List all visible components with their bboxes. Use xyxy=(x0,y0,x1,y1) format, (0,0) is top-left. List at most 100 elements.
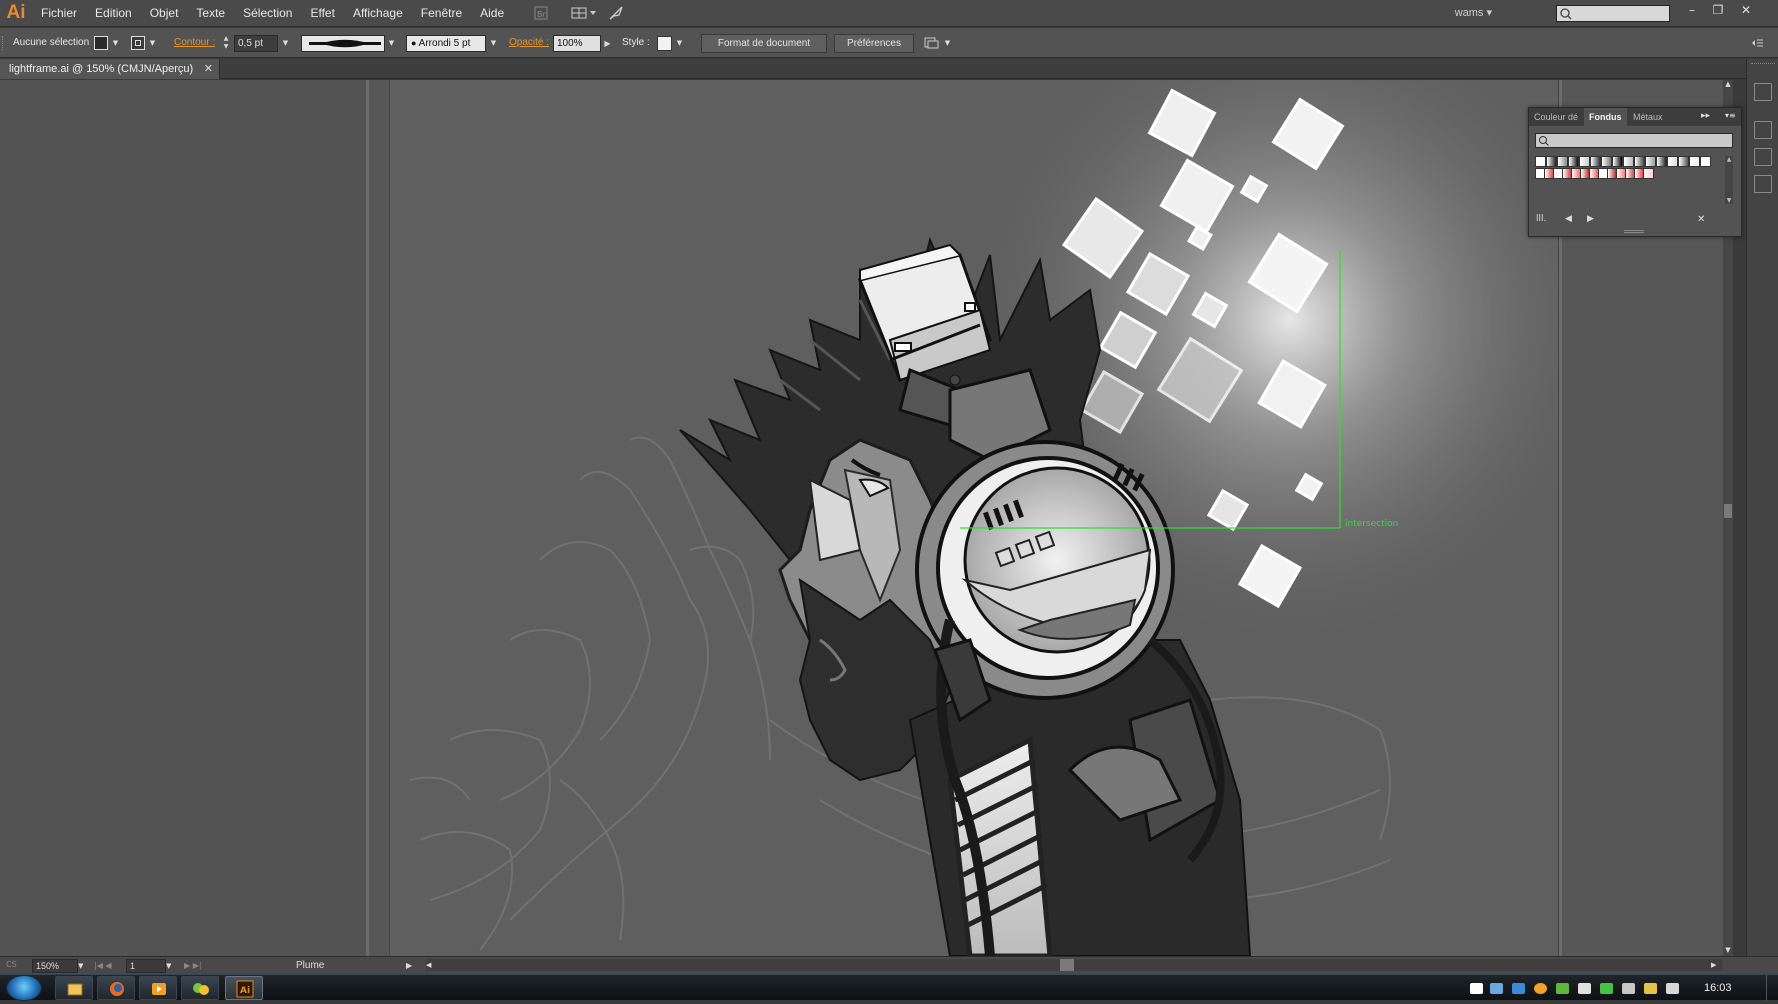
vertical-scroll-thumb[interactable] xyxy=(1724,504,1732,518)
fill-color-swatch[interactable] xyxy=(94,36,108,50)
preferences-button[interactable]: Préférences xyxy=(834,34,914,53)
canvas-workspace[interactable]: intersection xyxy=(0,80,1732,956)
help-search-input[interactable] xyxy=(1556,5,1670,22)
scroll-left-arrow[interactable]: ◀ xyxy=(426,959,436,971)
gradient-swatch[interactable] xyxy=(1568,156,1579,167)
restore-button[interactable]: ❐ xyxy=(1706,2,1730,18)
scroll-right-arrow[interactable]: ▶ xyxy=(1711,959,1721,971)
brush-definition-field[interactable]: ● Arrondi 5 pt xyxy=(406,35,486,52)
stroke-weight-stepper[interactable]: ▲ ▼ xyxy=(221,35,231,52)
artboard-number-field[interactable]: 1 xyxy=(126,959,166,973)
gradient-swatch[interactable] xyxy=(1546,156,1557,167)
artboard-dropdown[interactable]: ▼ xyxy=(166,959,176,973)
zoom-field[interactable]: 150% xyxy=(32,959,78,973)
messenger-taskbar-icon[interactable] xyxy=(181,976,219,1000)
previous-library-icon[interactable]: ◀ xyxy=(1565,214,1575,228)
action-center-tray-icon[interactable] xyxy=(1578,983,1591,994)
document-tab[interactable]: lightframe.ai @ 150% (CMJN/Aperçu) ✕ xyxy=(0,59,220,79)
swatch-library-menu-icon[interactable]: lll. xyxy=(1536,214,1554,228)
swatch-scrollbar[interactable]: ▲ ▼ xyxy=(1725,156,1733,204)
gradient-swatch[interactable] xyxy=(1612,156,1623,167)
tab-fondus[interactable]: Fondus xyxy=(1584,108,1627,126)
swatch-grid[interactable] xyxy=(1535,156,1720,182)
gradient-swatch[interactable] xyxy=(1678,156,1689,167)
stroke-dropdown-arrow[interactable]: ▼ xyxy=(147,35,158,52)
display-tray-icon[interactable] xyxy=(1622,983,1635,994)
show-desktop-button[interactable] xyxy=(1766,975,1778,1001)
dock-grip[interactable] xyxy=(1751,63,1775,66)
gradient-swatch[interactable] xyxy=(1535,156,1546,167)
network-tray-icon[interactable] xyxy=(1490,983,1503,994)
explorer-taskbar-icon[interactable] xyxy=(55,976,93,1000)
illustration-artwork[interactable]: intersection xyxy=(390,80,1559,956)
layers-panel-icon[interactable] xyxy=(1754,83,1772,101)
brush-dropdown[interactable]: ▼ xyxy=(488,35,499,52)
artboard-next-last[interactable]: ▶ ▶| xyxy=(184,959,218,973)
close-tab-icon[interactable]: ✕ xyxy=(204,59,213,79)
horizontal-scroll-thumb[interactable] xyxy=(1060,959,1074,971)
tab-couleur[interactable]: Couleur dé xyxy=(1529,108,1583,126)
zoom-dropdown[interactable]: ▼ xyxy=(78,959,88,973)
gradient-swatch[interactable] xyxy=(1656,156,1667,167)
windows-flag-tray-icon[interactable] xyxy=(1470,983,1483,994)
stroke-label[interactable]: Contour : xyxy=(174,37,215,48)
next-library-icon[interactable]: ▶ xyxy=(1587,214,1597,228)
document-setup-button[interactable]: Format de document xyxy=(701,34,827,53)
gradient-swatch[interactable] xyxy=(1645,156,1656,167)
user-account-menu[interactable]: wams ▾ xyxy=(1455,0,1492,27)
panel-menu-icon[interactable]: ▾≡ xyxy=(1725,111,1737,123)
illustrator-taskbar-icon[interactable]: Ai xyxy=(225,976,263,1000)
gradient-swatch[interactable] xyxy=(1634,156,1645,167)
menu-objet[interactable]: Objet xyxy=(141,0,188,27)
graphic-styles-panel-icon[interactable] xyxy=(1754,175,1772,193)
power-tray-icon[interactable] xyxy=(1644,983,1657,994)
gradient-swatch[interactable] xyxy=(1700,156,1711,167)
gpu-rocket-icon[interactable] xyxy=(607,4,627,22)
gradient-swatch[interactable] xyxy=(1590,156,1601,167)
gradient-swatch[interactable] xyxy=(1557,156,1568,167)
firefox-taskbar-icon[interactable] xyxy=(97,976,135,1000)
profile-dropdown[interactable]: ▼ xyxy=(386,35,397,52)
variable-width-profile[interactable] xyxy=(301,35,385,52)
taskbar-clock[interactable]: 16:03 xyxy=(1704,975,1732,1001)
gradient-swatch[interactable] xyxy=(1643,168,1654,179)
gradient-swatch[interactable] xyxy=(1623,156,1634,167)
fill-dropdown-arrow[interactable]: ▼ xyxy=(110,35,121,52)
opacity-field[interactable]: 100% xyxy=(553,35,601,52)
control-panel-menu-icon[interactable] xyxy=(1750,37,1764,49)
updater-tray-icon[interactable] xyxy=(1534,983,1547,994)
bridge-icon[interactable]: Br xyxy=(531,4,551,22)
gradient-swatch[interactable] xyxy=(1667,156,1678,167)
stroke-weight-dropdown[interactable]: ▼ xyxy=(280,35,291,52)
panel-resize-grip[interactable] xyxy=(1624,230,1644,233)
gradient-swatch[interactable] xyxy=(1601,156,1612,167)
artboard-first-prev[interactable]: |◀ ◀ xyxy=(94,959,128,973)
opacity-label[interactable]: Opacité : xyxy=(509,37,549,48)
opacity-slider-arrow[interactable]: ▶ xyxy=(602,35,613,52)
gradient-swatch[interactable] xyxy=(1579,156,1590,167)
workspace-layout-icon[interactable] xyxy=(571,4,597,22)
arrange-documents-icon[interactable] xyxy=(924,36,940,50)
close-library-icon[interactable]: ✕ xyxy=(1697,214,1709,228)
media-player-taskbar-icon[interactable] xyxy=(139,976,177,1000)
menu-fichier[interactable]: Fichier xyxy=(32,0,86,27)
appearance-panel-icon[interactable] xyxy=(1754,121,1772,139)
collapse-panel-icon[interactable]: ▸▸ xyxy=(1701,111,1713,123)
horizontal-scrollbar[interactable]: ◀ ▶ xyxy=(426,959,1722,971)
tab-metaux[interactable]: Métaux xyxy=(1628,108,1668,126)
chat-tray-icon[interactable] xyxy=(1512,983,1525,994)
close-window-button[interactable]: ✕ xyxy=(1734,2,1758,18)
artboard[interactable]: intersection xyxy=(389,80,1559,956)
menu-edition[interactable]: Edition xyxy=(86,0,141,27)
volume-tray-icon[interactable] xyxy=(1666,983,1679,994)
swatches-panel-icon[interactable] xyxy=(1754,148,1772,166)
status-menu-arrow[interactable]: ▶ xyxy=(406,959,416,973)
scroll-down-arrow[interactable]: ▼ xyxy=(1723,946,1733,956)
nvidia-tray-icon[interactable] xyxy=(1556,983,1569,994)
menu-fenetre[interactable]: Fenêtre xyxy=(412,0,471,27)
menu-affichage[interactable]: Affichage xyxy=(344,0,412,27)
swatch-library-panel[interactable]: Couleur dé Fondus Métaux ▸▸ ▾≡ ▲ ▼ lll. … xyxy=(1528,107,1742,237)
menu-effet[interactable]: Effet xyxy=(301,0,343,27)
stroke-color-swatch[interactable] xyxy=(131,36,145,50)
arrange-dropdown[interactable]: ▼ xyxy=(942,35,953,52)
